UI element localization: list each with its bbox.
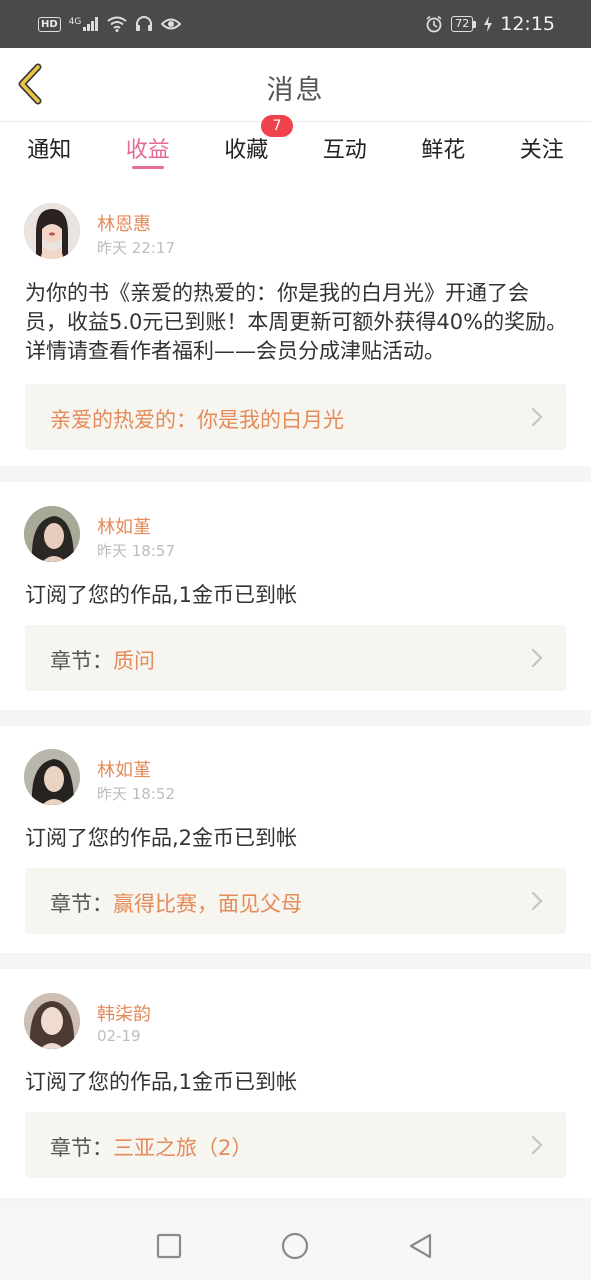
book-link[interactable]: 亲爱的热爱的：你是我的白月光 (25, 384, 566, 450)
chapter-title: 质问 (113, 649, 155, 673)
wifi-icon (107, 16, 127, 32)
eye-icon (161, 18, 182, 30)
user-name[interactable]: 林如堇 (97, 513, 151, 539)
link-prefix: 章节： (50, 649, 113, 673)
tab-label: 鲜花 (421, 138, 466, 163)
chapter-title: 三亚之旅（2） (113, 1136, 253, 1160)
message-time: 昨天 18:57 (97, 542, 175, 560)
message-text: 订阅了您的作品,2金币已到帐 (25, 826, 298, 850)
user-name[interactable]: 韩柒韵 (97, 1000, 151, 1026)
link-prefix: 章节： (50, 1136, 113, 1160)
tab-favorites[interactable]: 收藏 7 (197, 115, 296, 180)
chapter-link[interactable]: 章节：质问 (25, 625, 566, 691)
chevron-right-icon (531, 1135, 543, 1155)
divider (0, 466, 591, 482)
message-time: 昨天 22:17 (97, 239, 175, 257)
user-name[interactable]: 林恩惠 (97, 210, 151, 236)
hd-icon: HD (38, 16, 61, 32)
link-text: 章节：赢得比赛，面见父母 (50, 888, 302, 918)
message-text: 订阅了您的作品,1金币已到帐 (25, 583, 298, 607)
message-card: 林恩惠 昨天 22:17 为你的书《亲爱的热爱的：你是我的白月光》开通了会员，收… (0, 180, 591, 466)
tab-bar: 通知 收益 收藏 7 互动 鲜花 关注 (0, 115, 591, 180)
chevron-right-icon (531, 891, 543, 911)
system-nav-bar (0, 1210, 591, 1280)
active-tab-indicator (131, 166, 164, 169)
avatar[interactable] (24, 749, 80, 805)
chapter-link[interactable]: 章节：赢得比赛，面见父母 (25, 868, 566, 934)
message-time: 昨天 18:52 (97, 785, 175, 803)
network-label: 4G (68, 17, 82, 27)
chevron-right-icon (531, 407, 543, 427)
home-button[interactable] (280, 1231, 310, 1261)
unread-badge: 7 (261, 115, 293, 137)
link-text: 章节：质问 (50, 645, 155, 675)
tab-label: 通知 (27, 138, 72, 163)
avatar[interactable] (24, 993, 80, 1049)
header: 消息 (0, 48, 591, 122)
tab-label: 收藏 (224, 138, 269, 163)
page-title: 消息 (266, 75, 325, 106)
4g-signal-icon: 4G (69, 17, 100, 31)
clock-time: 12:15 (500, 13, 555, 35)
avatar[interactable] (24, 506, 80, 562)
avatar[interactable] (24, 203, 80, 259)
alarm-icon (426, 15, 442, 33)
message-card: 林如堇 昨天 18:52 订阅了您的作品,2金币已到帐 章节：赢得比赛，面见父母 (0, 726, 591, 953)
chapter-title: 赢得比赛，面见父母 (113, 892, 302, 916)
link-text: 章节：三亚之旅（2） (50, 1132, 252, 1162)
status-left: HD 4G (38, 16, 182, 32)
tab-label: 收益 (125, 138, 170, 163)
charging-icon (484, 16, 493, 32)
status-bar: HD 4G 72 12:15 (0, 0, 591, 48)
divider (0, 953, 591, 969)
tab-label: 互动 (322, 138, 367, 163)
message-time: 02-19 (97, 1027, 141, 1045)
tab-flowers[interactable]: 鲜花 (394, 122, 493, 180)
tab-label: 关注 (519, 138, 564, 163)
message-text: 为你的书《亲爱的热爱的：你是我的白月光》开通了会员，收益5.0元已到账！本周更新… (25, 281, 568, 363)
link-prefix: 章节： (50, 892, 113, 916)
book-title: 亲爱的热爱的：你是我的白月光 (50, 408, 344, 432)
link-text: 亲爱的热爱的：你是我的白月光 (50, 404, 344, 434)
headset-icon (136, 16, 153, 31)
message-card: 韩柒韵 02-19 订阅了您的作品,1金币已到帐 章节：三亚之旅（2） (0, 969, 591, 1198)
status-right: 72 12:15 (425, 13, 555, 35)
user-name[interactable]: 林如堇 (97, 756, 151, 782)
chapter-link[interactable]: 章节：三亚之旅（2） (25, 1112, 566, 1178)
recent-apps-button[interactable] (154, 1231, 184, 1261)
back-nav-button[interactable] (406, 1231, 436, 1261)
tab-interaction[interactable]: 互动 (296, 122, 395, 180)
tab-follow[interactable]: 关注 (493, 122, 591, 180)
message-text: 订阅了您的作品,1金币已到帐 (25, 1070, 298, 1094)
tab-earnings[interactable]: 收益 (99, 122, 198, 180)
tab-notice[interactable]: 通知 (0, 122, 99, 180)
chevron-right-icon (531, 648, 543, 668)
message-card: 林如堇 昨天 18:57 订阅了您的作品,1金币已到帐 章节：质问 (0, 482, 591, 710)
battery-level: 72 (451, 16, 474, 32)
divider (0, 710, 591, 726)
battery-icon: 72 (451, 16, 477, 32)
